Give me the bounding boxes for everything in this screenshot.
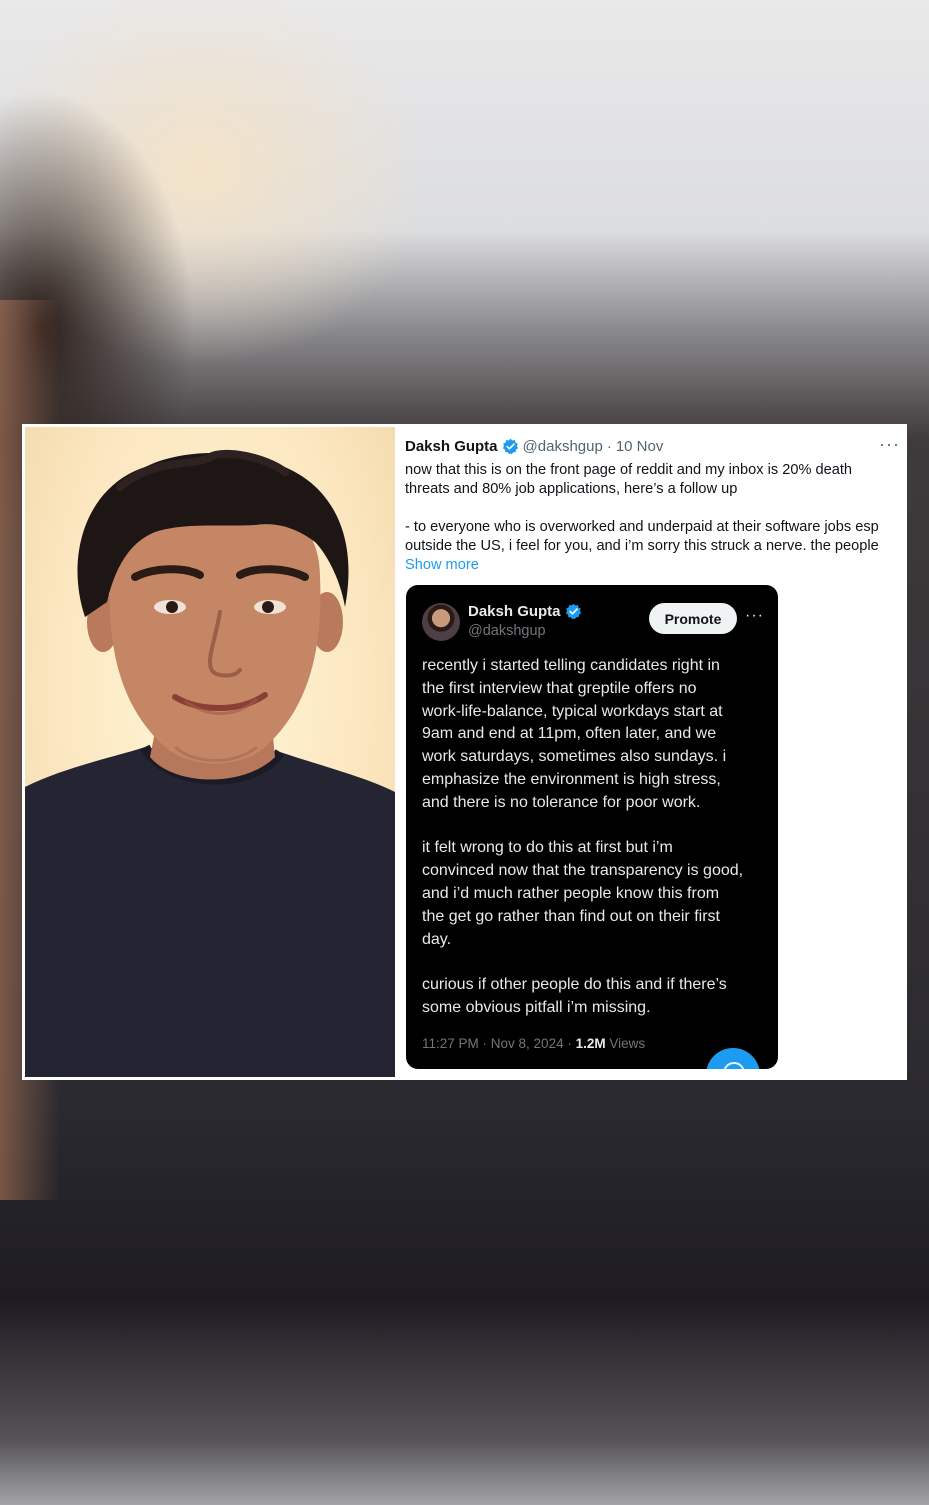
tweet: Daksh Gupta @dakshgup · 10 Nov ··· now t…	[405, 434, 900, 575]
quoted-tweet-meta: 11:27 PM · Nov 8, 2024 · 1.2M Views	[422, 1036, 645, 1051]
timestamp[interactable]: 11:27 PM · Nov 8, 2024 ·	[422, 1036, 576, 1051]
quoted-line: the get go rather than find out on their…	[422, 907, 720, 925]
compose-button[interactable]	[706, 1048, 760, 1069]
author-handle[interactable]: @dakshgup	[523, 438, 603, 455]
quoted-line: and there is no tolerance for poor work.	[422, 793, 701, 811]
quoted-line: and i’d much rather people know this fro…	[422, 884, 720, 902]
quoted-line: recently i started telling candidates ri…	[422, 657, 720, 674]
portrait-photo	[25, 427, 395, 1077]
quoted-line: convinced now that the transparency is g…	[422, 862, 744, 880]
show-more-link[interactable]: Show more	[405, 556, 479, 575]
quoted-line: work saturdays, sometimes also sundays. …	[422, 748, 727, 766]
quoted-line: curious if other people do this and if t…	[422, 976, 727, 994]
news-card: Daksh Gupta @dakshgup · 10 Nov ··· now t…	[22, 424, 907, 1080]
views-count: 1.2M	[575, 1036, 606, 1051]
tweet-date[interactable]: 10 Nov	[616, 438, 664, 455]
author-name[interactable]: Daksh Gupta	[405, 438, 498, 455]
quoted-line: 9am and end at 11pm, often later, and we	[422, 725, 717, 743]
quoted-author-name[interactable]: Daksh Gupta	[468, 603, 561, 620]
more-icon[interactable]: ···	[745, 608, 764, 624]
compose-icon	[723, 1062, 745, 1069]
verified-badge-icon	[502, 438, 518, 454]
tweet-line: outside the US, i feel for you, and i’m …	[405, 538, 879, 554]
quoted-line: some obvious pitfall i’m missing.	[422, 998, 651, 1016]
separator: ·	[606, 437, 612, 455]
views-label: Views	[605, 1036, 646, 1051]
portrait-illustration	[25, 449, 395, 1077]
tweet-text: now that this is on the front page of re…	[405, 461, 900, 575]
quoted-line: the first interview that greptile offers…	[422, 679, 697, 697]
quoted-author-handle[interactable]: @dakshgup	[468, 623, 546, 639]
quoted-tweet[interactable]: Daksh Gupta @dakshgup Promote ··· recent…	[406, 585, 778, 1069]
quoted-line: day.	[422, 930, 452, 948]
tweet-line: threats and 80% job applications, here’s…	[405, 481, 738, 497]
quoted-tweet-text: recently i started telling candidates ri…	[422, 655, 767, 1020]
quoted-line: emphasize the environment is high stress…	[422, 770, 721, 788]
tweet-line: - to everyone who is overworked and unde…	[405, 519, 879, 535]
verified-badge-icon	[565, 603, 581, 620]
more-icon[interactable]: ···	[879, 435, 900, 453]
avatar[interactable]	[422, 603, 460, 641]
quoted-author-row: Daksh Gupta	[468, 603, 586, 620]
promote-button[interactable]: Promote	[649, 603, 737, 634]
quoted-line: it felt wrong to do this at first but i’…	[422, 839, 673, 857]
tweet-line: now that this is on the front page of re…	[405, 462, 853, 478]
quoted-line: work-life-balance, typical workdays star…	[422, 702, 723, 720]
tweet-header: Daksh Gupta @dakshgup · 10 Nov	[405, 434, 900, 458]
